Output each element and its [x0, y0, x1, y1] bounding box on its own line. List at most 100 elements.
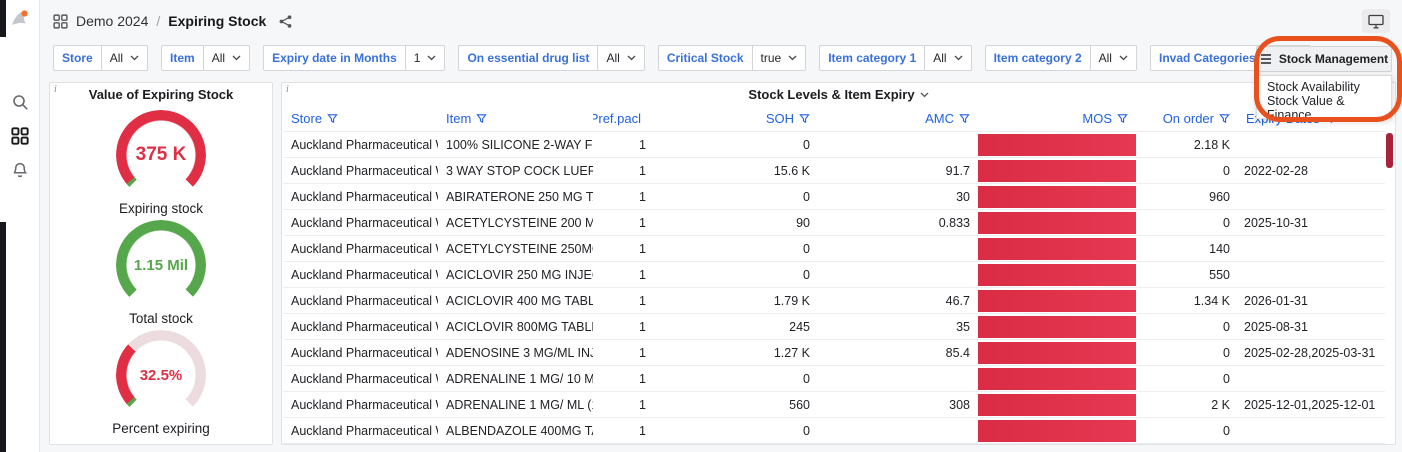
cell-store: Auckland Pharmaceutical Wa... [283, 418, 438, 443]
cell-expiry [1238, 132, 1385, 157]
cell-pref: 1 [593, 132, 654, 157]
filter-label[interactable]: Item [161, 45, 204, 71]
column-header-on_order[interactable]: On order [1136, 106, 1238, 131]
stock-management-button[interactable]: Stock Management [1256, 46, 1392, 72]
alerts-bell-icon[interactable] [11, 161, 29, 179]
cell-expiry [1238, 262, 1385, 287]
cell-store: Auckland Pharmaceutical Wa... [283, 314, 438, 339]
cell-soh: 0 [654, 236, 818, 261]
cell-on-order: 0 [1136, 210, 1238, 235]
cell-on-order: 0 [1136, 158, 1238, 183]
filter-label[interactable]: Item category 1 [819, 45, 925, 71]
filter-label[interactable]: Critical Stock [658, 45, 753, 71]
gauges: 375 KExpiring stock1.15 MilTotal stock32… [50, 106, 272, 444]
gauge-panel-title[interactable]: Value of Expiring Stock [50, 83, 272, 106]
filter-value-dropdown[interactable]: All [1091, 45, 1137, 71]
column-header-soh[interactable]: SOH [654, 106, 818, 131]
cell-soh: 0 [654, 184, 818, 209]
column-header-label: AMC [925, 111, 954, 126]
filter-label[interactable]: Store [53, 45, 102, 71]
cell-mos [978, 132, 1136, 157]
table-row[interactable]: Auckland Pharmaceutical Wa...ACICLOVIR 4… [283, 288, 1385, 314]
mos-gauge-bar [978, 316, 1136, 338]
app-logo[interactable] [8, 7, 32, 31]
chevron-down-icon [427, 55, 436, 61]
table-row[interactable]: Auckland Pharmaceutical Wa...ACICLOVIR 8… [283, 314, 1385, 340]
filter-value-dropdown[interactable]: 1 [406, 45, 446, 71]
table-row[interactable]: Auckland Pharmaceutical Wa...ABIRATERONE… [283, 184, 1385, 210]
filter-value-dropdown[interactable]: All [102, 45, 148, 71]
panel-info-icon[interactable]: i [286, 84, 289, 95]
filter-value-dropdown[interactable]: All [598, 45, 644, 71]
cell-mos [978, 210, 1136, 235]
cell-item: ACICLOVIR 250 MG INJECTI... [438, 262, 593, 287]
table-row[interactable]: Auckland Pharmaceutical Wa...ACICLOVIR 2… [283, 262, 1385, 288]
cell-on-order: 2 K [1136, 392, 1238, 417]
cell-store: Auckland Pharmaceutical Wa... [283, 392, 438, 417]
table-row[interactable]: Auckland Pharmaceutical Wa...ADRENALINE … [283, 366, 1385, 392]
table-row[interactable]: Auckland Pharmaceutical Wa...100% SILICO… [283, 132, 1385, 158]
dashboards-icon[interactable] [11, 127, 29, 145]
filter-funnel-icon [327, 113, 338, 124]
table-row[interactable]: Auckland Pharmaceutical Wa...3 WAY STOP … [283, 158, 1385, 184]
cell-item: ADENOSINE 3 MG/ML INJE... [438, 340, 593, 365]
gauge: 375 KExpiring stock [116, 110, 206, 216]
column-header-pref[interactable]: Pref.pacl [593, 106, 654, 131]
cell-pref: 1 [593, 366, 654, 391]
mos-gauge-bar [978, 420, 1136, 442]
table-row[interactable]: Auckland Pharmaceutical Wa...ACETYLCYSTE… [283, 210, 1385, 236]
cell-mos [978, 288, 1136, 313]
apps-grid-icon[interactable] [53, 14, 68, 29]
cell-amc [818, 132, 978, 157]
cell-expiry: 2025-12-01,2025-12-01 [1238, 392, 1385, 417]
stock-management-cluster: Stock Management Stock AvailabilityStock… [1256, 46, 1392, 119]
gauge-label: Percent expiring [112, 421, 210, 436]
cell-pref: 1 [593, 236, 654, 261]
table-row[interactable]: Auckland Pharmaceutical Wa...ALBENDAZOLE… [283, 418, 1385, 444]
cell-item: 100% SILICONE 2-WAY FOL... [438, 132, 593, 157]
table-row[interactable]: Auckland Pharmaceutical Wa...ADENOSINE 3… [283, 340, 1385, 366]
filter-label[interactable]: Item category 2 [985, 45, 1091, 71]
kiosk-monitor-button[interactable] [1362, 9, 1390, 33]
cell-mos [978, 236, 1136, 261]
filter-value-dropdown[interactable]: All [204, 45, 250, 71]
filter-label[interactable]: Expiry date in Months [263, 45, 406, 71]
gauge: 32.5%Percent expiring [112, 330, 210, 436]
chevron-down-icon [788, 55, 797, 61]
cell-amc: 85.4 [818, 340, 978, 365]
table-row[interactable]: Auckland Pharmaceutical Wa...ACETYLCYSTE… [283, 236, 1385, 262]
cell-amc: 91.7 [818, 158, 978, 183]
column-header-store[interactable]: Store [283, 106, 438, 131]
cell-amc: 46.7 [818, 288, 978, 313]
filter-label[interactable]: On essential drug list [458, 45, 598, 71]
filter-value-dropdown[interactable]: true [753, 45, 807, 71]
filter-label[interactable]: Invad Categories [1150, 45, 1265, 71]
table-scrollbar-thumb[interactable] [1386, 133, 1393, 168]
share-icon[interactable] [278, 14, 293, 29]
screen-edge-strip-bottom [0, 222, 6, 452]
cell-store: Auckland Pharmaceutical Wa... [283, 340, 438, 365]
column-header-mos[interactable]: MOS [978, 106, 1136, 131]
breadcrumb-root[interactable]: Demo 2024 [76, 13, 148, 29]
search-icon[interactable] [11, 93, 29, 111]
column-header-item[interactable]: Item [438, 106, 593, 131]
cell-store: Auckland Pharmaceutical Wa... [283, 288, 438, 313]
cell-amc [818, 262, 978, 287]
filter-value-dropdown[interactable]: All [925, 45, 971, 71]
cell-store: Auckland Pharmaceutical Wa... [283, 262, 438, 287]
table-panel-title[interactable]: Stock Levels & Item Expiry [282, 83, 1395, 106]
cell-soh: 15.6 K [654, 158, 818, 183]
table-row[interactable]: Auckland Pharmaceutical Wa...ADRENALINE … [283, 392, 1385, 418]
cell-mos [978, 418, 1136, 443]
column-header-amc[interactable]: AMC [818, 106, 978, 131]
filter-expiry-months: Expiry date in Months1 [263, 45, 445, 71]
cell-on-order: 0 [1136, 340, 1238, 365]
cell-amc [818, 366, 978, 391]
table-panel-title-text: Stock Levels & Item Expiry [748, 87, 914, 102]
column-header-label: MOS [1082, 111, 1112, 126]
menu-item[interactable]: Stock Value & Finance [1257, 97, 1391, 118]
cell-item: 3 WAY STOP COCK LUER LO... [438, 158, 593, 183]
panel-info-icon[interactable]: i [54, 84, 57, 95]
mos-gauge-bar [978, 160, 1136, 182]
filter-item-category-1: Item category 1All [819, 45, 971, 71]
